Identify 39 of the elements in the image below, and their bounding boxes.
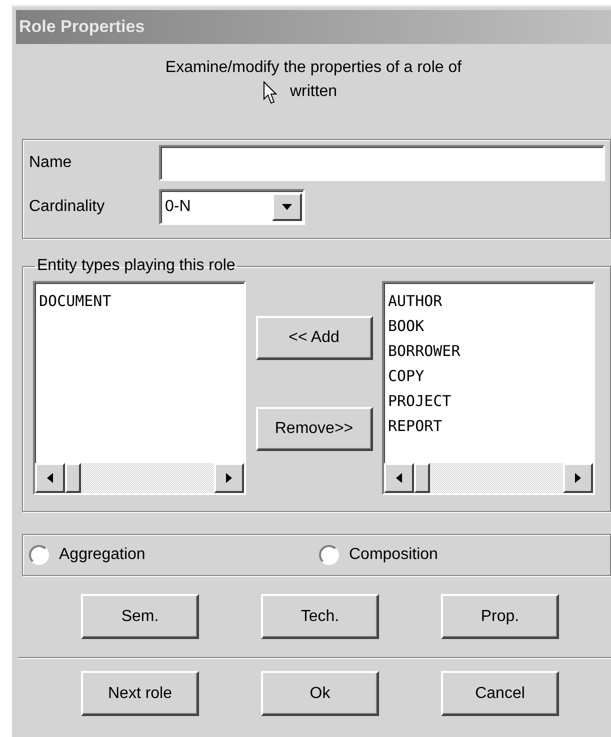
scrollbar-thumb[interactable] bbox=[414, 463, 430, 493]
scroll-left-icon bbox=[396, 473, 402, 483]
remove-button[interactable]: Remove>> bbox=[256, 407, 372, 451]
radio-button[interactable] bbox=[29, 545, 49, 565]
scroll-right-icon bbox=[226, 473, 232, 483]
window-title: Role Properties bbox=[19, 17, 145, 37]
list-item[interactable]: BOOK bbox=[388, 314, 589, 339]
horizontal-scrollbar[interactable] bbox=[35, 463, 244, 493]
dialog-button[interactable]: Cancel bbox=[441, 671, 559, 716]
scroll-left-icon bbox=[47, 473, 53, 483]
description-text: written bbox=[290, 82, 338, 102]
list-item[interactable]: COPY bbox=[388, 364, 589, 389]
list-item[interactable]: BORROWER bbox=[388, 339, 589, 364]
radio-button[interactable] bbox=[319, 545, 339, 565]
list-item[interactable]: AUTHOR bbox=[388, 289, 589, 314]
dialog-button[interactable]: Ok bbox=[261, 671, 379, 716]
field-label: Name bbox=[29, 154, 73, 172]
field-label: Cardinality bbox=[29, 198, 106, 216]
dialog-button[interactable]: Sem. bbox=[81, 594, 199, 639]
name-field[interactable] bbox=[159, 145, 605, 181]
list-item[interactable]: REPORT bbox=[388, 414, 589, 439]
group-title: Entity types playing this role bbox=[36, 257, 236, 275]
radio-option[interactable]: Aggregation bbox=[29, 545, 319, 565]
horizontal-scrollbar[interactable] bbox=[384, 463, 593, 493]
scroll-right-icon bbox=[575, 473, 581, 483]
list-item[interactable]: DOCUMENT bbox=[39, 289, 240, 314]
dialog-button[interactable]: Next role bbox=[81, 671, 199, 716]
description-text: Examine/modify the properties of a role of bbox=[165, 58, 462, 78]
cursor-icon bbox=[263, 81, 277, 105]
list-item[interactable]: PROJECT bbox=[388, 389, 589, 414]
dialog-button[interactable]: Prop. bbox=[441, 594, 559, 639]
available-listbox[interactable]: AUTHOR BOOK BORROWER COPY PROJECT REPORT bbox=[382, 281, 595, 495]
cardinality-dropdown[interactable]: 0-N bbox=[159, 189, 305, 225]
dropdown-arrow-icon bbox=[282, 204, 292, 210]
dialog-button[interactable]: Tech. bbox=[261, 594, 379, 639]
scrollbar-thumb[interactable] bbox=[65, 463, 81, 493]
add-button[interactable]: << Add bbox=[256, 316, 372, 360]
playing-listbox[interactable]: DOCUMENT bbox=[33, 281, 246, 495]
radio-option[interactable]: Composition bbox=[319, 545, 609, 565]
